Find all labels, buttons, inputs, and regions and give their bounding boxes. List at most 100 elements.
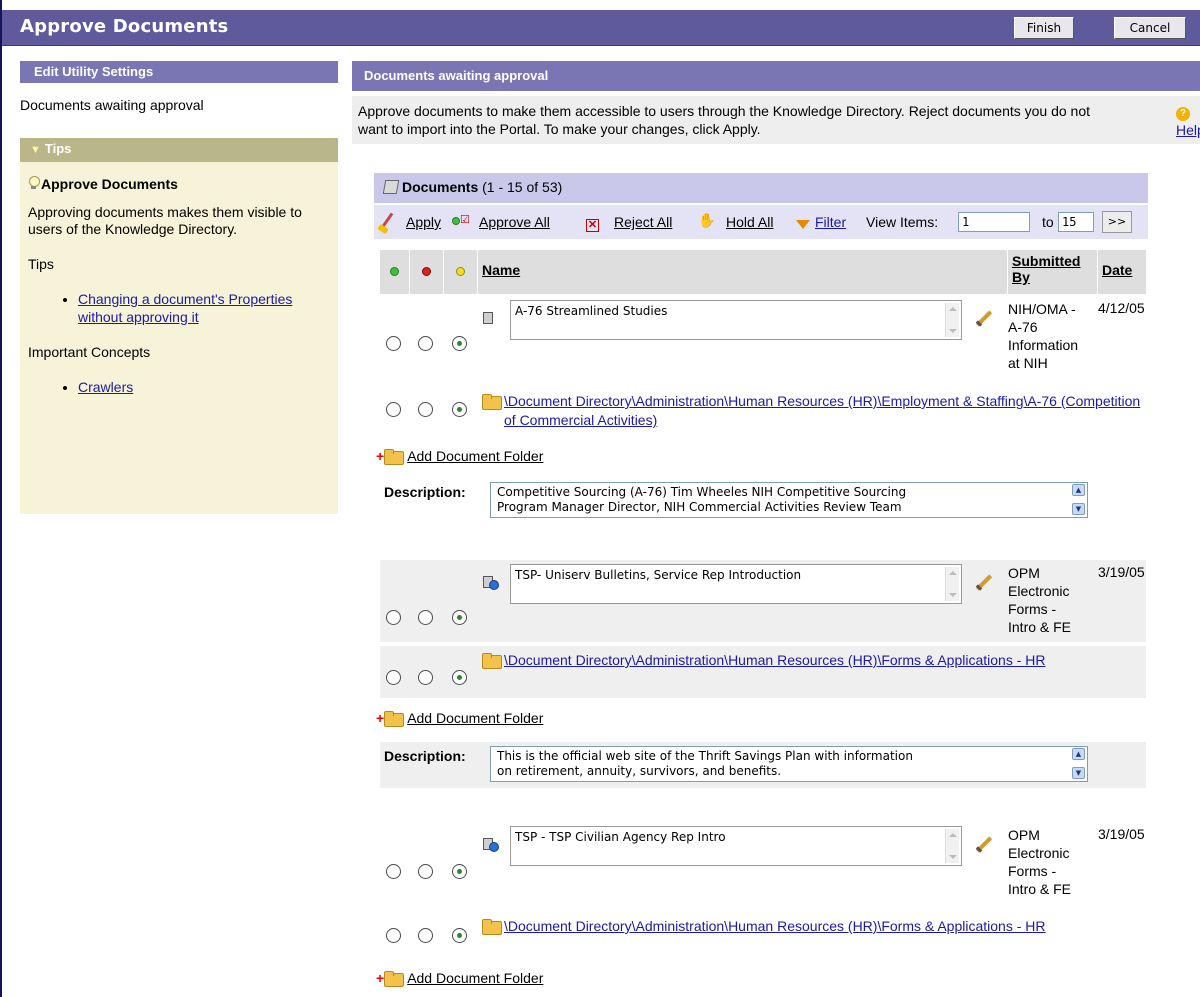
add-document-folder[interactable]: + Add Document Folder [376,710,543,727]
brush-icon[interactable] [378,212,396,232]
name-scrollbar[interactable] [945,567,959,601]
add-document-folder[interactable]: + Add Document Folder [376,970,543,987]
intro-text: Approve documents to make them accessibl… [358,103,1091,137]
approve-radio[interactable] [386,864,401,879]
tip-title: Approve Documents [28,176,338,192]
reject-all-icon[interactable]: ✕ [586,215,599,232]
name-scrollbar[interactable] [945,303,959,337]
scroll-down-icon[interactable]: ▼ [1072,767,1085,779]
hold-column-header [444,250,478,294]
reject-radio[interactable] [418,864,433,879]
tips-header[interactable]: ▼ Tips [20,138,338,162]
hold-all-button[interactable]: Hold All [726,214,773,230]
sidebar-item-documents-awaiting-approval[interactable]: Documents awaiting approval [20,97,204,113]
folder-hold-radio[interactable] [452,670,467,685]
submitted-by-sort-link[interactable]: Submitted By [1012,253,1080,285]
hold-radio[interactable] [452,864,467,879]
to-label: to [1042,214,1054,230]
filter-link[interactable]: Filter [815,214,846,230]
apply-button[interactable]: Apply [406,214,441,230]
document-name-field[interactable]: TSP - TSP Civilian Agency Rep Intro [510,826,962,866]
help-link[interactable]: ?Help [1176,102,1200,139]
add-document-folder[interactable]: + Add Document Folder [376,448,543,465]
document-name-field[interactable]: TSP- Uniserv Bulletins, Service Rep Intr… [510,564,962,604]
approve-all-icon[interactable]: ☑ [452,212,470,228]
hand-icon[interactable]: ✋ [698,212,715,229]
title-bar: Approve Documents Finish Cancel [2,10,1200,46]
approve-all-button[interactable]: Approve All [479,214,550,230]
yellow-dot-icon [456,267,465,276]
scroll-down-icon[interactable]: ▼ [1072,503,1085,515]
documents-range: (1 - 15 of 53) [482,179,563,195]
collapse-triangle-icon[interactable]: ▼ [30,144,41,156]
view-items-from-input[interactable] [958,212,1030,232]
documents-toolbar: Apply ☑ Approve All ✕ Reject All ✋ Hold … [374,205,1148,239]
add-document-folder-link[interactable]: Add Document Folder [407,710,543,726]
scroll-up-icon[interactable]: ▲ [1072,748,1085,760]
document-icon [483,574,501,590]
concept-list-item: Crawlers [78,378,338,396]
folder-approve-radio[interactable] [386,402,401,417]
date-sort-link[interactable]: Date [1102,262,1132,278]
lightbulb-icon [28,176,40,190]
funnel-icon[interactable] [796,217,810,233]
folder-approve-radio[interactable] [386,928,401,943]
description-scrollbar[interactable]: ▲ ▼ [1071,748,1086,780]
intro-panel: Approve documents to make them accessibl… [352,96,1200,144]
help-icon[interactable]: ? [1176,107,1190,121]
cancel-button[interactable]: Cancel [1114,17,1186,39]
scroll-up-icon[interactable]: ▲ [1072,484,1085,496]
view-items-to-input[interactable] [1058,212,1094,232]
folder-reject-radio[interactable] [418,402,433,417]
folder-path-link[interactable]: \Document Directory\Administration\Human… [504,392,1154,430]
description-field[interactable]: Competitive Sourcing (A-76) Tim Wheeles … [490,482,1088,518]
pencil-icon[interactable] [974,310,992,328]
approve-column-header [380,250,410,294]
submitted-by: NIH/OMA - A-76 Information at NIH [1008,301,1079,371]
pencil-icon[interactable] [974,836,992,854]
folder-path-link[interactable]: \Document Directory\Administration\Human… [504,917,1154,936]
document-name: TSP - TSP Civilian Agency Rep Intro [515,830,726,844]
window-title: Approve Documents [20,16,229,37]
description-row: Description: Competitive Sourcing (A-76)… [380,478,1146,524]
folder-reject-radio[interactable] [418,928,433,943]
pencil-icon[interactable] [974,574,992,592]
red-x-icon: ✕ [586,219,599,232]
concept-link-crawlers[interactable]: Crawlers [78,379,133,395]
reject-radio[interactable] [418,336,433,351]
add-document-folder-link[interactable]: Add Document Folder [407,970,543,986]
folder-approve-radio[interactable] [386,670,401,685]
concepts-section-label: Important Concepts [28,344,151,360]
tips-section-label: Tips [28,256,54,272]
folder-reject-radio[interactable] [418,670,433,685]
name-sort-link[interactable]: Name [482,262,520,278]
approve-radio[interactable] [386,336,401,351]
submitted-by: OPM Electronic Forms - Intro & FE [1008,565,1072,635]
name-scrollbar[interactable] [945,829,959,863]
submitted-by-column-header: Submitted By [1008,250,1098,294]
reject-radio[interactable] [418,610,433,625]
add-document-folder-link[interactable]: Add Document Folder [407,448,543,464]
folder-path-link[interactable]: \Document Directory\Administration\Human… [504,651,1154,670]
table-header: Name Submitted By Date [380,250,1146,294]
description-field[interactable]: This is the official web site of the Thr… [490,746,1088,782]
reject-all-button[interactable]: Reject All [614,214,672,230]
finish-button[interactable]: Finish [1014,17,1074,39]
plus-icon: + [376,710,385,726]
hold-radio[interactable] [452,336,467,351]
tip-link-change-properties[interactable]: Changing a document's Properties without… [78,291,292,325]
description-scrollbar[interactable]: ▲ ▼ [1071,484,1086,516]
folder-icon [384,970,405,987]
date: 3/19/05 [1098,564,1145,580]
folder-icon [482,918,502,935]
funnel-shape [796,220,810,229]
folder-hold-radio[interactable] [452,402,467,417]
documents-header: Documents (1 - 15 of 53) [374,173,1148,203]
document-name-field[interactable]: A-76 Streamlined Studies [510,300,962,340]
hold-radio[interactable] [452,610,467,625]
help-label[interactable]: Help [1176,122,1200,138]
folder-hold-radio[interactable] [452,928,467,943]
next-page-button[interactable]: >> [1102,211,1132,233]
approve-radio[interactable] [386,610,401,625]
description-text: This is the official web site of the Thr… [497,749,913,778]
